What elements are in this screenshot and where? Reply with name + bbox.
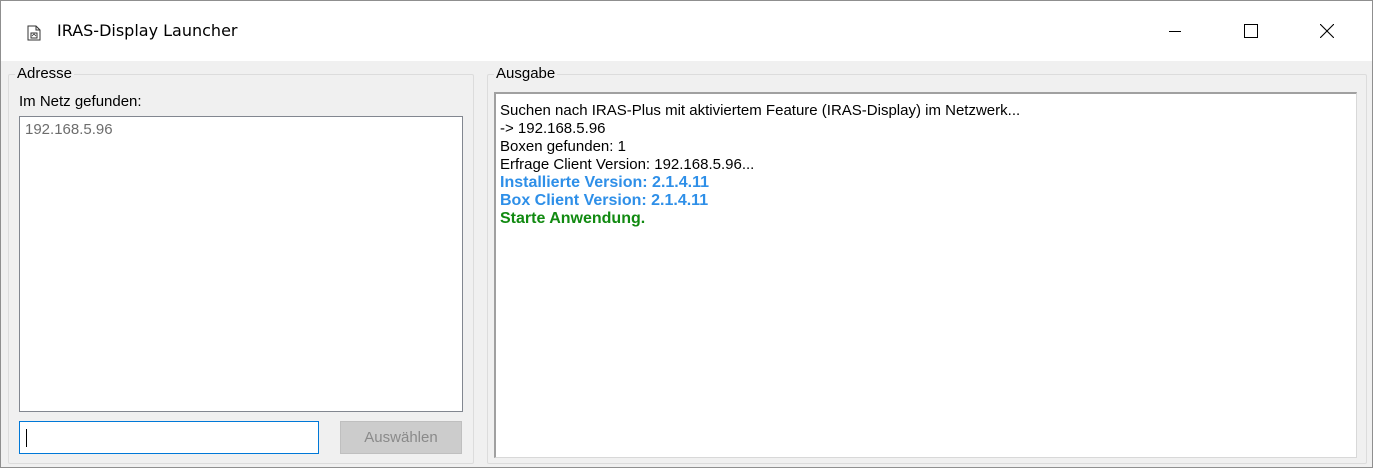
output-line-start-app: Starte Anwendung.	[500, 210, 646, 227]
output-line-installed-version: Installierte Version: 2.1.4.11	[500, 174, 709, 191]
document-app-icon	[27, 25, 41, 41]
select-button[interactable]: Auswählen	[340, 421, 462, 454]
maximize-button[interactable]	[1221, 1, 1281, 61]
output-line: Erfrage Client Version: 192.168.5.96...	[500, 156, 755, 173]
list-item-address[interactable]: 192.168.5.96	[25, 121, 113, 138]
output-group-legend: Ausgabe	[494, 65, 558, 82]
address-input[interactable]	[19, 421, 319, 454]
minimize-icon	[1169, 31, 1181, 32]
minimize-button[interactable]	[1145, 1, 1205, 61]
address-group-legend: Adresse	[15, 65, 75, 82]
output-line-box-client-version: Box Client Version: 2.1.4.11	[500, 192, 709, 209]
output-line: Suchen nach IRAS-Plus mit aktiviertem Fe…	[500, 102, 1021, 119]
close-button[interactable]	[1297, 1, 1357, 61]
output-log[interactable]: Suchen nach IRAS-Plus mit aktiviertem Fe…	[494, 92, 1357, 458]
output-line: Boxen gefunden: 1	[500, 138, 626, 155]
close-icon	[1320, 24, 1334, 38]
output-line: -> 192.168.5.96	[500, 120, 606, 137]
window-title: IRAS-Display Launcher	[57, 21, 238, 40]
title-bar[interactable]: IRAS-Display Launcher	[1, 1, 1372, 61]
maximize-icon	[1244, 24, 1258, 38]
launcher-window: IRAS-Display Launcher Adresse Im Netz ge…	[0, 0, 1373, 468]
found-address-list[interactable]: 192.168.5.96	[19, 116, 463, 412]
text-caret	[26, 429, 27, 447]
found-in-network-label: Im Netz gefunden:	[19, 93, 142, 110]
